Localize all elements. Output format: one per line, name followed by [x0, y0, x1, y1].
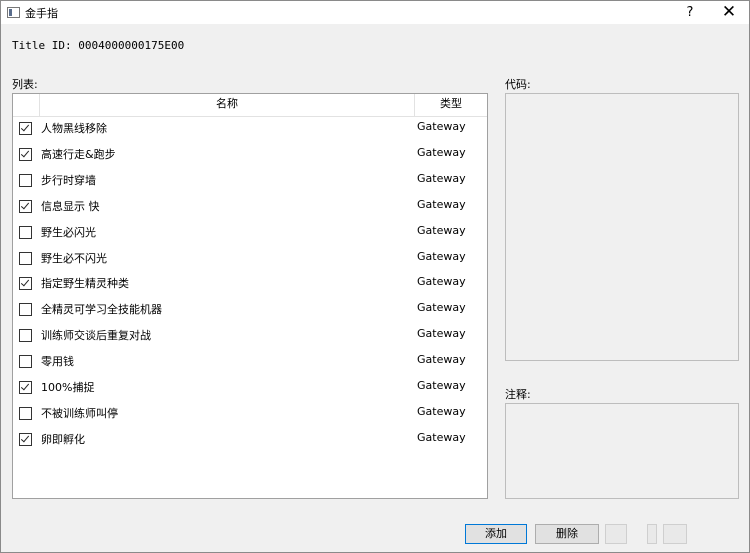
cheat-name: 人物黑线移除 — [41, 122, 107, 135]
header-name[interactable]: 名称 — [39, 94, 415, 116]
delete-button[interactable]: 删除 — [535, 524, 599, 544]
row-checkbox[interactable] — [19, 173, 32, 187]
list-label: 列表: — [12, 78, 38, 91]
cheat-type: Gateway — [417, 120, 466, 133]
cheat-name: 指定野生精灵种类 — [41, 277, 129, 291]
row-checkbox[interactable] — [19, 122, 32, 135]
cheat-name: 野生必不闪光 — [41, 251, 107, 265]
cheat-type: Gateway — [417, 353, 466, 367]
row-checkbox[interactable] — [19, 329, 32, 343]
header-type[interactable]: 类型 — [415, 94, 487, 116]
cheat-type: Gateway — [417, 249, 466, 263]
note-textbox[interactable] — [505, 403, 739, 499]
row-checkbox[interactable] — [19, 303, 32, 317]
cheat-name: 卵即孵化 — [41, 432, 85, 446]
table-row[interactable]: 训练师交谈后重复对战 Gateway — [13, 323, 487, 349]
table-row[interactable]: 零用钱 Gateway — [13, 349, 487, 375]
cheat-name: 高速行走&跑步 — [41, 147, 116, 161]
table-row[interactable]: 野生必不闪光 Gateway — [13, 246, 487, 272]
cheat-name: 不被训练师叫停 — [41, 406, 118, 420]
cheat-name: 零用钱 — [41, 355, 74, 369]
row-checkbox[interactable] — [19, 277, 32, 291]
table-row[interactable]: 野生必闪光 Gateway — [13, 220, 487, 246]
cheat-type: Gateway — [417, 223, 466, 237]
table-row[interactable]: 人物黑线移除 Gateway — [13, 116, 487, 142]
code-textbox[interactable] — [505, 93, 739, 361]
app-icon — [7, 7, 20, 18]
list-header: 名称 类型 — [13, 94, 487, 117]
row-checkbox[interactable] — [19, 406, 32, 420]
cheats-dialog: 金手指 ? ✕ Title ID: 0004000000175E00 列表: 代… — [0, 0, 750, 553]
cheat-type: Gateway — [417, 171, 466, 185]
add-button[interactable]: 添加 — [465, 524, 527, 544]
note-label: 注释: — [505, 388, 531, 401]
cheat-list[interactable]: 名称 类型 人物黑线移除 Gateway 高速行走&跑步 Gateway 步行时穿墙 Ga… — [12, 93, 488, 499]
table-row[interactable]: 指定野生精灵种类 Gateway — [13, 271, 487, 297]
cheat-type: Gateway — [417, 197, 466, 211]
row-checkbox[interactable] — [19, 355, 32, 369]
close-button[interactable]: ✕ — [709, 1, 749, 24]
cheat-name: 100%捕捉 — [41, 381, 95, 394]
cheat-name: 野生必闪光 — [41, 225, 96, 239]
cheat-type: Gateway — [417, 327, 466, 341]
blank-button-3[interactable] — [663, 524, 687, 544]
row-checkbox[interactable] — [19, 225, 32, 239]
cheat-type: Gateway — [417, 145, 466, 159]
cheat-type: Gateway — [417, 275, 466, 289]
cheat-name: 信息显示 快 — [41, 199, 100, 213]
table-row[interactable]: 信息显示 快 Gateway — [13, 194, 487, 220]
table-row[interactable]: 全精灵可学习全技能机器 Gateway — [13, 297, 487, 323]
cheat-name: 训练师交谈后重复对战 — [41, 329, 151, 343]
table-row[interactable]: 步行时穿墙 Gateway — [13, 168, 487, 194]
window-title: 金手指 — [25, 7, 58, 20]
table-row[interactable]: 卵即孵化 Gateway — [13, 427, 487, 453]
row-checkbox[interactable] — [19, 251, 32, 265]
row-checkbox[interactable] — [19, 147, 32, 161]
table-row[interactable]: 不被训练师叫停 Gateway — [13, 401, 487, 427]
table-row[interactable]: 100%捕捉 Gateway — [13, 375, 487, 401]
cheat-type: Gateway — [417, 430, 466, 444]
table-row[interactable]: 高速行走&跑步 Gateway — [13, 142, 487, 168]
title-bar: 金手指 ? ✕ — [1, 1, 749, 24]
cheat-type: Gateway — [417, 301, 466, 315]
row-checkbox[interactable] — [19, 432, 32, 446]
row-checkbox[interactable] — [19, 199, 32, 213]
cheat-type: Gateway — [417, 379, 466, 392]
title-id-label: Title ID: 0004000000175E00 — [12, 39, 185, 52]
cheat-type: Gateway — [417, 404, 466, 418]
cheat-name: 步行时穿墙 — [41, 173, 96, 187]
cheat-name: 全精灵可学习全技能机器 — [41, 303, 162, 317]
blank-button-2[interactable] — [647, 524, 657, 544]
row-checkbox[interactable] — [19, 381, 32, 394]
help-button[interactable]: ? — [671, 1, 709, 24]
blank-button-1[interactable] — [605, 524, 627, 544]
code-label: 代码: — [505, 78, 531, 91]
